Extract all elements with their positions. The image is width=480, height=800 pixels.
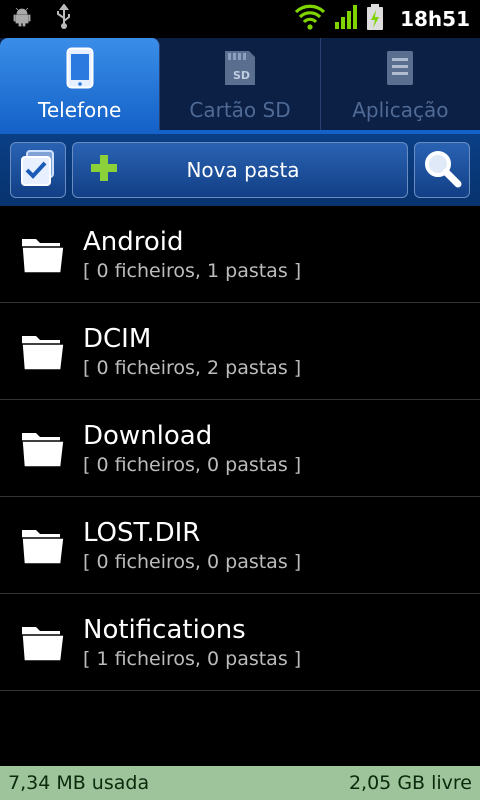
storage-used: 7,34 MB usada [8, 772, 150, 794]
select-mode-button[interactable] [10, 142, 66, 198]
sd-card-icon: SD [220, 46, 260, 90]
wifi-icon [294, 4, 326, 34]
tab-label: Aplicação [352, 98, 449, 122]
storage-tabs: Telefone SD Cartão SD Aplicação [0, 38, 480, 132]
list-item[interactable]: LOST.DIR [ 0 ficheiros, 0 pastas ] [0, 497, 480, 594]
signal-icon [334, 4, 358, 34]
status-bar: 18h51 [0, 0, 480, 38]
folder-icon [21, 433, 65, 468]
battery-charging-icon [366, 3, 384, 35]
folder-icon [21, 530, 65, 565]
folder-name: Notifications [83, 615, 246, 645]
new-folder-label: Nova pasta [186, 158, 300, 182]
android-debug-icon [10, 5, 34, 33]
usb-icon [54, 3, 74, 34]
list-item[interactable]: DCIM [ 0 ficheiros, 2 pastas ] [0, 303, 480, 400]
checkbox-icon [18, 148, 58, 192]
folder-icon [21, 336, 65, 371]
search-button[interactable] [414, 142, 470, 198]
folder-meta: [ 0 ficheiros, 0 pastas ] [83, 551, 302, 573]
tab-sd-card[interactable]: SD Cartão SD [160, 38, 321, 132]
plus-icon [89, 153, 119, 187]
tab-application[interactable]: Aplicação [321, 38, 480, 132]
status-time: 18h51 [400, 7, 470, 31]
folder-name: LOST.DIR [83, 518, 201, 548]
folder-name: Android [83, 227, 184, 257]
folder-meta: [ 0 ficheiros, 0 pastas ] [83, 454, 302, 476]
search-icon [421, 147, 463, 193]
folder-meta: [ 1 ficheiros, 0 pastas ] [83, 648, 302, 670]
application-icon [380, 46, 420, 90]
list-item[interactable]: Download [ 0 ficheiros, 0 pastas ] [0, 400, 480, 497]
storage-free: 2,05 GB livre [348, 772, 472, 794]
toolbar: Nova pasta [0, 134, 480, 206]
folder-icon [21, 239, 65, 274]
folder-icon [21, 627, 65, 662]
list-item[interactable]: Android [ 0 ficheiros, 1 pastas ] [0, 206, 480, 303]
phone-icon [60, 46, 100, 90]
tab-phone[interactable]: Telefone [0, 38, 161, 132]
storage-bar: 7,34 MB usada 2,05 GB livre [0, 766, 480, 800]
tab-label: Cartão SD [189, 98, 291, 122]
list-item[interactable]: Notifications [ 1 ficheiros, 0 pastas ] [0, 594, 480, 691]
folder-meta: [ 0 ficheiros, 1 pastas ] [83, 260, 302, 282]
folder-list: Android [ 0 ficheiros, 1 pastas ] DCIM [… [0, 206, 480, 691]
tab-label: Telefone [38, 98, 122, 122]
folder-name: Download [83, 421, 213, 451]
folder-meta: [ 0 ficheiros, 2 pastas ] [83, 357, 302, 379]
new-folder-button[interactable]: Nova pasta [72, 142, 408, 198]
svg-text:SD: SD [233, 69, 250, 82]
folder-name: DCIM [83, 324, 152, 354]
